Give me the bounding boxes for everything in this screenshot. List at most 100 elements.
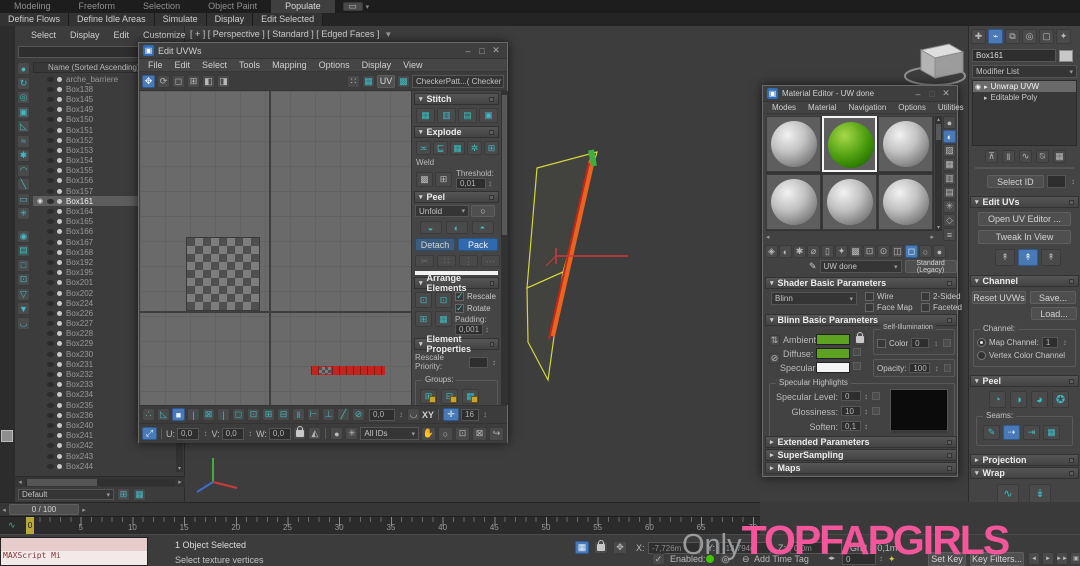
stitch-custom-icon[interactable]: ▦ [416, 108, 435, 123]
quick-peel-icon[interactable]: ◒ [420, 221, 442, 234]
modifier-stack-item[interactable]: ▸ Editable Poly [973, 92, 1076, 103]
break-icon[interactable]: ≍ [416, 141, 431, 155]
target-weld-icon[interactable]: ⊞ [435, 172, 452, 187]
material-slot-active[interactable] [822, 116, 877, 172]
move-icon[interactable]: ✥ [142, 75, 155, 88]
menu-item[interactable]: Material [803, 103, 841, 112]
isolate-toggle-icon[interactable]: ▦ [575, 541, 589, 554]
pack-full-icon[interactable]: ∷ [437, 255, 456, 267]
object-name[interactable]: Box244 [66, 462, 93, 471]
slots-horizontal-scrollbar[interactable]: ◂ ▸ [766, 232, 934, 242]
edit-uvws-titlebar[interactable]: ▣ Edit UVWs – □ ✕ [139, 43, 507, 59]
select-object-icon[interactable]: ● [17, 62, 30, 75]
explode-rollout[interactable]: ▾Explode [414, 126, 499, 138]
spinner[interactable]: ↕ [862, 422, 870, 431]
make-unique-icon[interactable]: ▯ [821, 245, 834, 258]
eyedropper-icon[interactable]: ✎ [809, 261, 817, 272]
scroll-up-icon[interactable]: ▴ [935, 116, 942, 123]
menu-item[interactable]: Mapping [267, 60, 312, 70]
goto-end-icon[interactable]: ▣ [1070, 552, 1080, 565]
two-sided-checkbox[interactable] [921, 292, 930, 301]
background-icon[interactable]: ▨ [943, 144, 956, 157]
threshold-field[interactable]: 0,01 [456, 178, 486, 189]
object-name[interactable]: Box161 [66, 197, 93, 206]
scrollbar-thumb[interactable] [502, 95, 507, 235]
falloff-space-label[interactable]: XY [422, 410, 434, 420]
object-name[interactable]: Box236 [66, 411, 93, 420]
specular-map-button[interactable] [853, 362, 861, 370]
scroll-down-icon[interactable]: ▾ [176, 465, 183, 472]
object-name[interactable]: Box145 [66, 95, 93, 104]
rescale-checkbox[interactable] [455, 292, 464, 301]
object-name[interactable]: Box156 [66, 176, 93, 185]
vertex-mode-icon[interactable]: ∴ [142, 408, 155, 421]
select-id-field[interactable] [1047, 175, 1066, 188]
object-name[interactable]: Box152 [66, 136, 93, 145]
display-tab-icon[interactable]: ▢ [1039, 29, 1054, 44]
material-slot[interactable] [766, 174, 821, 230]
get-material-icon[interactable]: ◈ [765, 245, 778, 258]
edit-seams-icon[interactable]: ✎ [983, 425, 1000, 440]
spinner[interactable]: ↕ [490, 358, 498, 367]
menu-item[interactable]: Edit [170, 60, 196, 70]
object-name[interactable]: Box227 [66, 319, 93, 328]
paint-falloff-icon[interactable]: ⊘ [352, 408, 365, 421]
uvw-cube-icon[interactable]: ⊠ [202, 408, 215, 421]
open-uv-editor-button[interactable]: Open UV Editor ... [978, 212, 1071, 226]
object-name[interactable]: Box165 [66, 217, 93, 226]
self-illum-map-button[interactable] [943, 339, 951, 347]
object-name[interactable]: Box151 [66, 126, 93, 135]
ribbon-tool-button[interactable]: Define Idle Areas [69, 13, 155, 26]
put-material-icon[interactable]: ◐ [779, 245, 792, 258]
planar-reset-icon[interactable]: ↟ [1041, 249, 1061, 266]
minimize-icon[interactable]: – [461, 46, 475, 56]
ambient-diffuse-link-icon[interactable]: ⇅ [769, 335, 780, 346]
ambient-color-swatch[interactable] [816, 334, 850, 345]
funnel-filter-icon[interactable]: ▼ [17, 302, 30, 315]
object-name[interactable]: Box167 [66, 238, 93, 247]
menu-item[interactable]: Options [314, 60, 355, 70]
mini-curve-editor-icon[interactable]: ∿ [8, 520, 16, 531]
go-forward-icon[interactable]: ◻ [905, 245, 918, 258]
planar-active-icon[interactable]: ↟ [1018, 249, 1038, 266]
group-ungroup-icon[interactable]: ⊟ [441, 389, 458, 404]
peel-reset-button[interactable]: ○ [471, 205, 495, 217]
put-library-icon[interactable]: ✦ [835, 245, 848, 258]
modify-tab-icon[interactable]: ⌁ [988, 29, 1003, 44]
snap-grid-icon[interactable]: ∷ [347, 75, 360, 88]
menu-item[interactable]: File [143, 60, 168, 70]
quick-peel-cp-icon[interactable]: ◔ [989, 391, 1006, 408]
map-channel-radio[interactable] [977, 338, 986, 347]
spinner[interactable]: ↕ [862, 392, 870, 401]
opacity-map-button[interactable] [944, 364, 951, 372]
ring-select-icon[interactable]: ⊢ [307, 408, 320, 421]
sep[interactable]: | [187, 408, 200, 421]
wire-checkbox[interactable] [865, 292, 874, 301]
stitch-rollout[interactable]: ▾Stitch [414, 93, 499, 105]
unfold-strip-icon[interactable]: ↡ [1029, 484, 1051, 503]
show-map-icon[interactable]: ▦ [362, 75, 375, 88]
zoom-extents-icon[interactable]: ⊠ [472, 427, 487, 441]
go-parent-icon[interactable]: ◫ [891, 245, 904, 258]
peel-mode-icon[interactable]: ◐ [446, 221, 468, 234]
spinner[interactable]: ↕ [1061, 338, 1069, 347]
weld-selected-icon[interactable]: ▩ [416, 172, 433, 187]
ribbon-tab[interactable]: Populate [271, 0, 335, 13]
material-filter-icon[interactable]: ⊡ [17, 273, 30, 286]
pack-tight-icon[interactable]: ⋯ [481, 255, 500, 267]
uv-panel-scrollbar[interactable] [501, 91, 508, 405]
time-slider-handle[interactable]: 0 / 100 [9, 504, 79, 515]
flatten-icon[interactable]: ✲ [467, 141, 482, 155]
edge-loop-icon[interactable]: ⊥ [322, 408, 335, 421]
spinner[interactable]: ↕ [932, 339, 940, 348]
object-name[interactable]: Box164 [66, 207, 93, 216]
object-name[interactable]: Box150 [66, 115, 93, 124]
spline-map-icon[interactable]: ∿ [997, 484, 1019, 503]
spinner[interactable]: ↕ [397, 410, 405, 419]
ribbon-tool-button[interactable]: Display [207, 13, 254, 26]
remove-modifier-icon[interactable]: ⍉ [1036, 150, 1049, 163]
self-illum-field[interactable]: 0 [911, 338, 929, 348]
object-name[interactable]: Box153 [66, 146, 93, 155]
show-end-result-icon[interactable]: ⊙ [877, 245, 890, 258]
rotate-checkbox[interactable] [455, 304, 464, 313]
